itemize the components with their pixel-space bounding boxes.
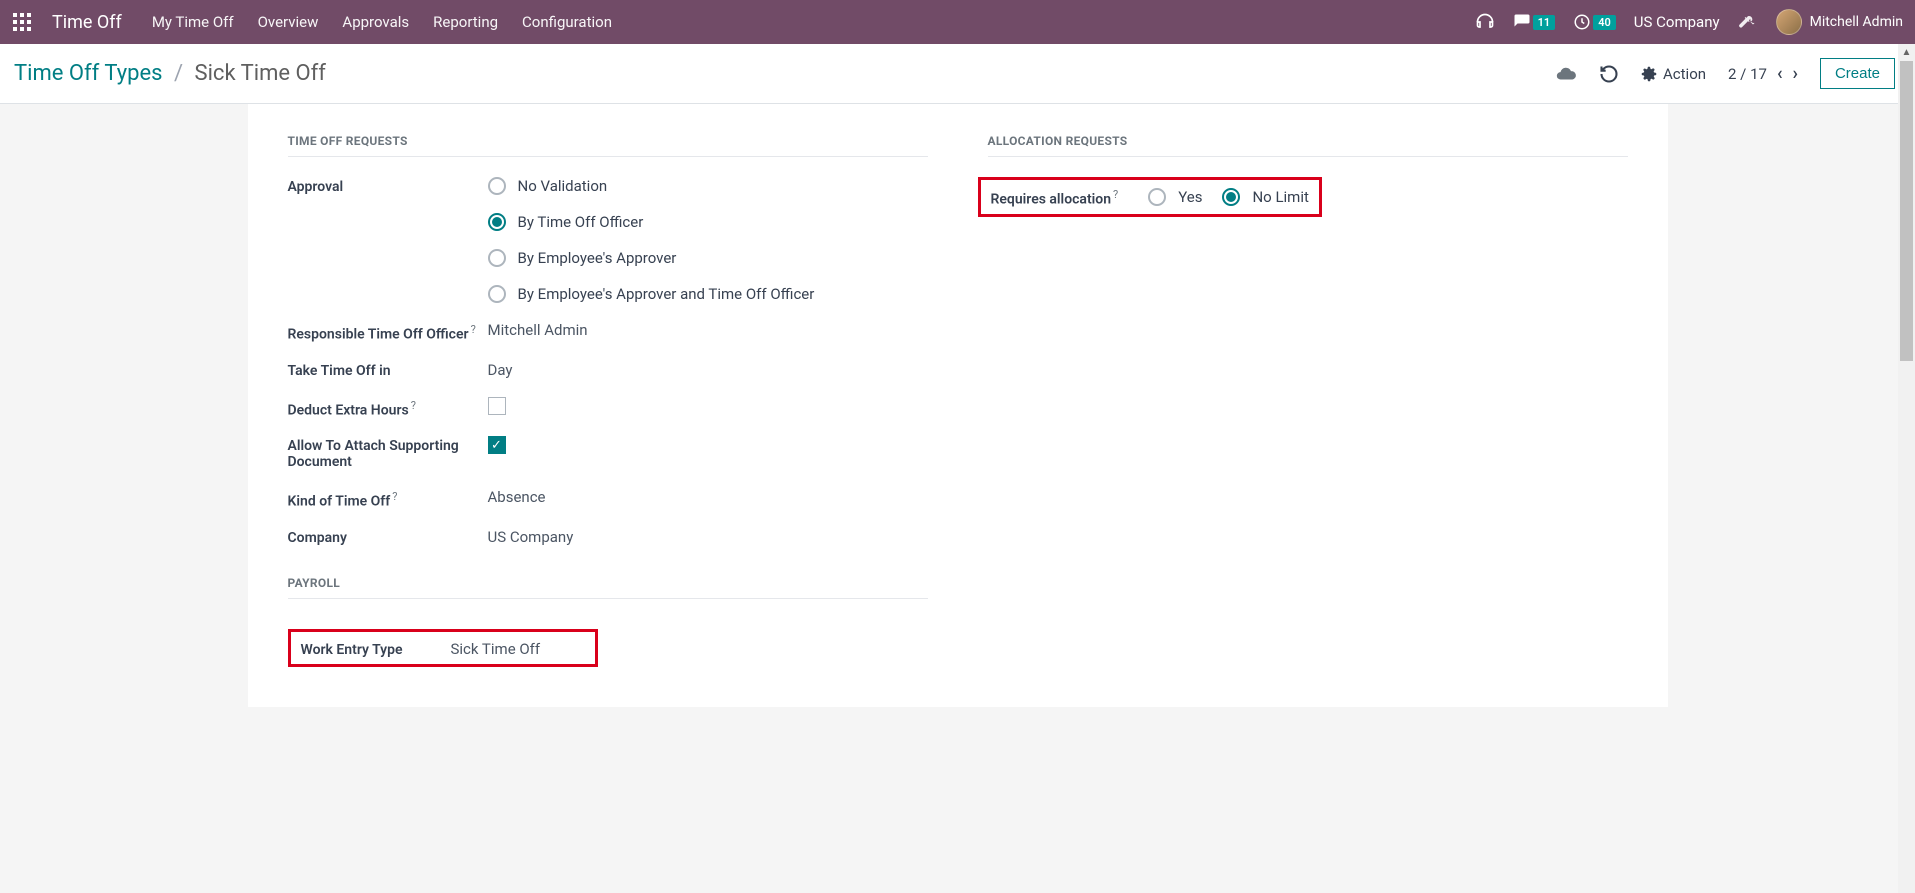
attach-label: Allow To Attach Supporting Document xyxy=(288,436,488,470)
section-allocation-requests: ALLOCATION REQUESTS xyxy=(988,134,1628,157)
approval-radio-group: No Validation By Time Off Officer By Emp… xyxy=(488,177,815,303)
company-switcher[interactable]: US Company xyxy=(1634,13,1720,31)
nav-my-time-off[interactable]: My Time Off xyxy=(152,13,234,31)
help-icon[interactable]: ? xyxy=(411,399,416,412)
undo-icon[interactable] xyxy=(1599,64,1619,84)
control-bar: Time Off Types / Sick Time Off Action 2 … xyxy=(0,44,1915,104)
field-attach: Allow To Attach Supporting Document xyxy=(288,436,928,470)
form-sheet: TIME OFF REQUESTS Approval No Validation… xyxy=(248,104,1668,707)
messages-badge: 11 xyxy=(1533,15,1556,30)
section-payroll: PAYROLL xyxy=(288,576,928,599)
help-icon[interactable]: ? xyxy=(471,323,476,336)
approval-opt-no-validation[interactable]: No Validation xyxy=(488,177,815,195)
create-button[interactable]: Create xyxy=(1820,58,1895,89)
support-icon[interactable] xyxy=(1475,12,1495,32)
nav-configuration[interactable]: Configuration xyxy=(522,13,612,31)
pager-prev-icon[interactable]: ‹ xyxy=(1777,63,1783,84)
field-company: Company US Company xyxy=(288,528,928,546)
pager-next-icon[interactable]: › xyxy=(1793,63,1798,84)
breadcrumb-current: Sick Time Off xyxy=(195,61,326,86)
navbar-left: Time Off My Time Off Overview Approvals … xyxy=(12,12,1475,33)
highlight-requires-allocation: Requires allocation? Yes No Limit xyxy=(978,177,1322,217)
breadcrumb-sep: / xyxy=(174,61,183,86)
requires-alloc-label: Requires allocation? xyxy=(991,186,1119,208)
company-label: Company xyxy=(288,528,488,546)
breadcrumb: Time Off Types / Sick Time Off xyxy=(14,61,326,86)
alloc-opt-yes[interactable]: Yes xyxy=(1148,188,1202,206)
kind-label: Kind of Time Off? xyxy=(288,488,488,510)
scroll-up-icon[interactable]: ▲ xyxy=(1898,44,1915,61)
deduct-label: Deduct Extra Hours? xyxy=(288,397,488,419)
scroll-thumb[interactable] xyxy=(1900,61,1913,361)
responsible-value[interactable]: Mitchell Admin xyxy=(488,321,588,339)
tools-icon[interactable] xyxy=(1738,12,1758,32)
section-time-off-requests: TIME OFF REQUESTS xyxy=(288,134,928,157)
help-icon[interactable]: ? xyxy=(1113,188,1118,201)
nav-menu: My Time Off Overview Approvals Reporting… xyxy=(152,13,612,31)
messages-icon[interactable]: 11 xyxy=(1513,13,1556,31)
page-wrap: TIME OFF REQUESTS Approval No Validation… xyxy=(0,104,1915,747)
apps-icon[interactable] xyxy=(12,12,32,32)
field-kind: Kind of Time Off? Absence xyxy=(288,488,928,510)
take-in-label: Take Time Off in xyxy=(288,361,488,379)
approval-opt-by-both[interactable]: By Employee's Approver and Time Off Offi… xyxy=(488,285,815,303)
help-icon[interactable]: ? xyxy=(392,490,397,503)
work-entry-value[interactable]: Sick Time Off xyxy=(451,640,541,658)
user-menu[interactable]: Mitchell Admin xyxy=(1776,9,1903,35)
app-title[interactable]: Time Off xyxy=(52,12,122,33)
nav-approvals[interactable]: Approvals xyxy=(342,13,409,31)
action-label: Action xyxy=(1663,65,1706,83)
pager: 2 / 17 ‹ › xyxy=(1728,63,1798,84)
scrollbar[interactable]: ▲ xyxy=(1898,44,1915,893)
action-dropdown[interactable]: Action xyxy=(1641,65,1706,83)
alloc-radio-group: Yes No Limit xyxy=(1148,188,1309,206)
cloud-icon[interactable] xyxy=(1555,63,1577,85)
approval-opt-by-officer[interactable]: By Time Off Officer xyxy=(488,213,815,231)
user-name: Mitchell Admin xyxy=(1810,14,1903,30)
responsible-label: Responsible Time Off Officer? xyxy=(288,321,488,343)
company-value[interactable]: US Company xyxy=(488,528,574,546)
right-column: ALLOCATION REQUESTS Requires allocation?… xyxy=(988,134,1628,667)
nav-overview[interactable]: Overview xyxy=(258,13,319,31)
top-navbar: Time Off My Time Off Overview Approvals … xyxy=(0,0,1915,44)
alloc-opt-no-limit[interactable]: No Limit xyxy=(1222,188,1308,206)
approval-label: Approval xyxy=(288,177,488,195)
user-avatar xyxy=(1776,9,1802,35)
field-responsible: Responsible Time Off Officer? Mitchell A… xyxy=(288,321,928,343)
navbar-right: 11 40 US Company Mitchell Admin xyxy=(1475,9,1903,35)
attach-checkbox[interactable] xyxy=(488,436,506,454)
deduct-checkbox[interactable] xyxy=(488,397,506,415)
field-take-in: Take Time Off in Day xyxy=(288,361,928,379)
work-entry-label: Work Entry Type xyxy=(301,640,431,658)
highlight-work-entry: Work Entry Type Sick Time Off xyxy=(288,629,598,667)
clock-icon[interactable]: 40 xyxy=(1573,13,1616,31)
controlbar-right: Action 2 / 17 ‹ › Create xyxy=(1555,58,1895,89)
field-approval: Approval No Validation By Time Off Offic… xyxy=(288,177,928,303)
approval-opt-by-approver[interactable]: By Employee's Approver xyxy=(488,249,815,267)
take-in-value[interactable]: Day xyxy=(488,361,513,379)
breadcrumb-parent[interactable]: Time Off Types xyxy=(14,61,163,86)
field-deduct: Deduct Extra Hours? xyxy=(288,397,928,419)
nav-reporting[interactable]: Reporting xyxy=(433,13,498,31)
left-column: TIME OFF REQUESTS Approval No Validation… xyxy=(288,134,928,667)
clock-badge: 40 xyxy=(1593,15,1616,30)
kind-value[interactable]: Absence xyxy=(488,488,546,506)
pager-text[interactable]: 2 / 17 xyxy=(1728,65,1767,83)
